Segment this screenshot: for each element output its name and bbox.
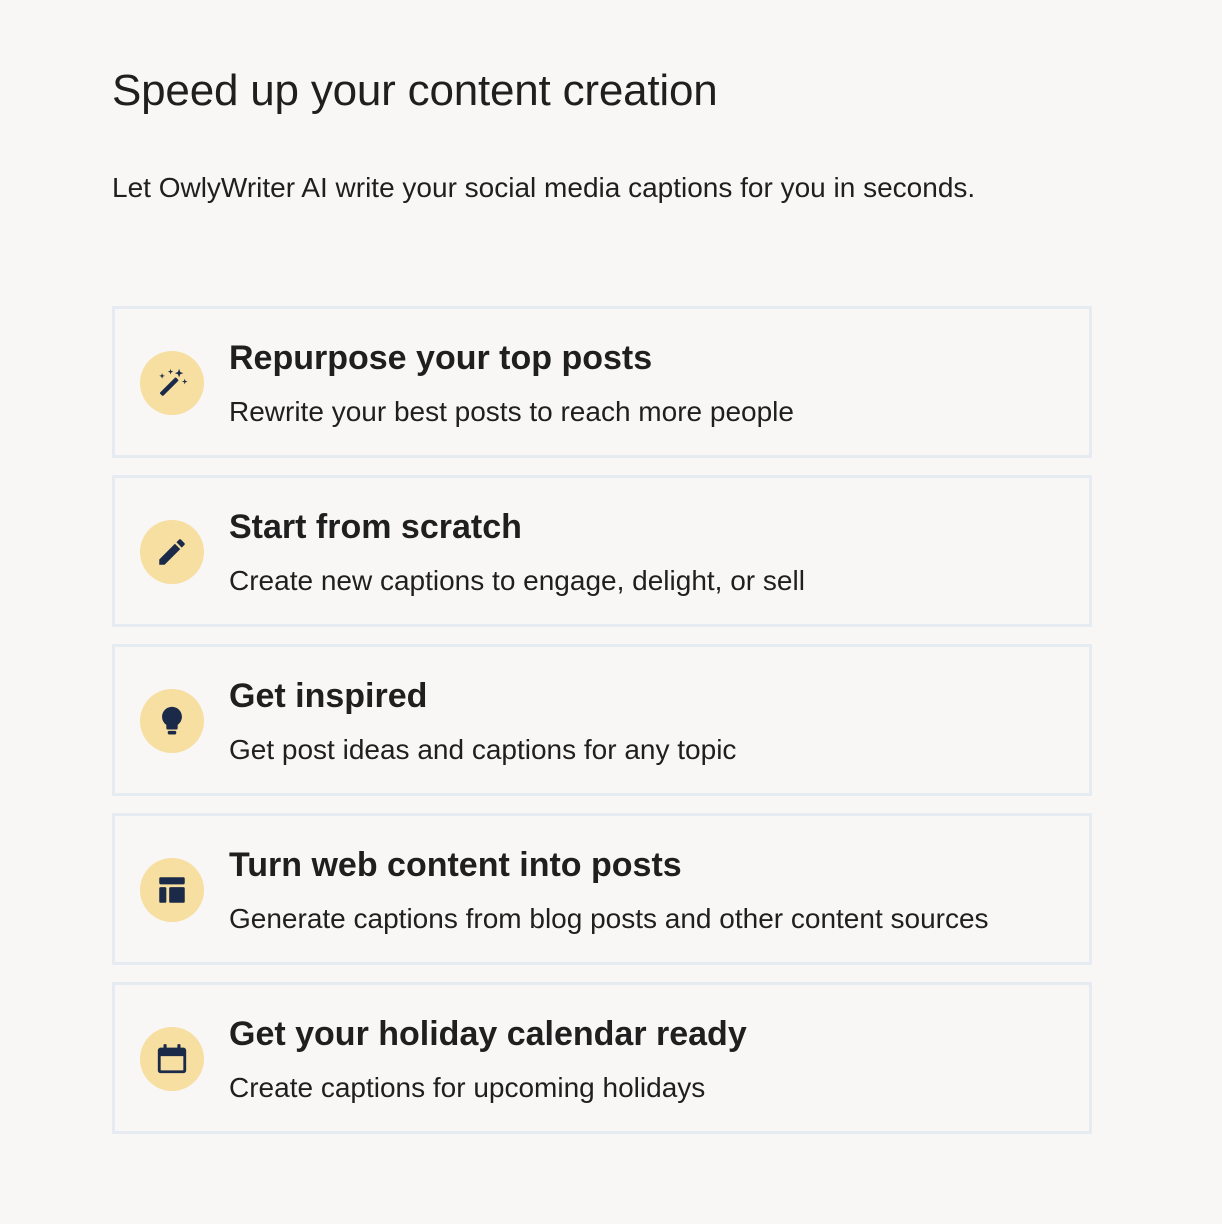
option-description: Rewrite your best posts to reach more pe… (229, 396, 794, 427)
calendar-icon (140, 1027, 204, 1091)
magic-wand-icon (140, 351, 204, 415)
lightbulb-icon (140, 689, 204, 753)
option-description: Get post ideas and captions for any topi… (229, 734, 737, 765)
option-holiday-calendar[interactable]: Get your holiday calendar ready Create c… (112, 982, 1092, 1134)
page-subtitle: Let OwlyWriter AI write your social medi… (112, 172, 976, 203)
option-title: Get your holiday calendar ready (229, 1015, 747, 1053)
option-start-from-scratch[interactable]: Start from scratch Create new captions t… (112, 475, 1092, 627)
option-title: Start from scratch (229, 508, 522, 546)
layout-icon (140, 858, 204, 922)
option-repurpose-top-posts[interactable]: Repurpose your top posts Rewrite your be… (112, 306, 1092, 458)
option-title: Get inspired (229, 677, 428, 715)
option-description: Generate captions from blog posts and ot… (229, 903, 989, 934)
option-description: Create new captions to engage, delight, … (229, 565, 805, 596)
option-web-content[interactable]: Turn web content into posts Generate cap… (112, 813, 1092, 965)
option-description: Create captions for upcoming holidays (229, 1072, 706, 1103)
page-title: Speed up your content creation (112, 66, 718, 115)
option-title: Repurpose your top posts (229, 339, 653, 377)
option-get-inspired[interactable]: Get inspired Get post ideas and captions… (112, 644, 1092, 796)
option-title: Turn web content into posts (229, 846, 682, 884)
pencil-icon (140, 520, 204, 584)
option-list: Repurpose your top posts Rewrite your be… (112, 306, 1092, 1151)
